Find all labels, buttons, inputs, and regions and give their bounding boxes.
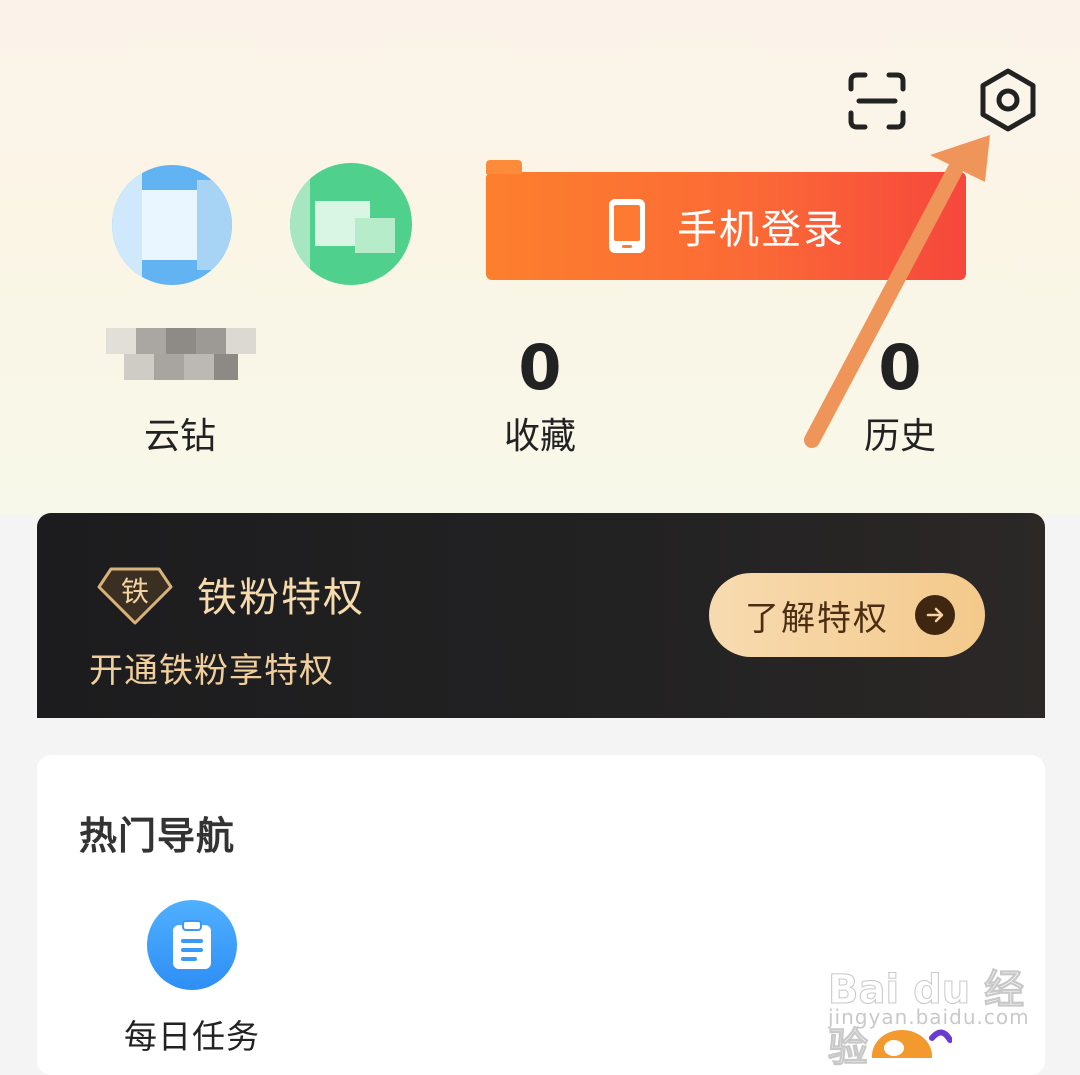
stat-history[interactable]: 0 历史: [800, 335, 1000, 459]
badge-text: 铁: [121, 575, 149, 608]
stat-value: 0: [518, 331, 562, 404]
scan-icon[interactable]: [842, 66, 912, 136]
phone-login-button[interactable]: 手机登录: [486, 160, 966, 280]
phone-icon: [609, 199, 645, 253]
stat-label: 历史: [863, 416, 936, 457]
stat-value: [80, 335, 280, 401]
hot-navigation-title: 热门导航: [79, 814, 236, 858]
learn-privilege-button[interactable]: 了解特权: [709, 573, 985, 657]
wechat-login-icon[interactable]: [290, 163, 412, 285]
diamond-badge-icon: 铁: [97, 565, 173, 625]
nav-item-daily-tasks[interactable]: 每日任务: [107, 900, 277, 1058]
vip-subtitle: 开通铁粉享特权: [89, 651, 334, 691]
learn-privilege-label: 了解特权: [745, 598, 889, 639]
stat-label: 云钻: [143, 416, 216, 457]
settings-icon[interactable]: [972, 64, 1044, 136]
nav-item-label: 每日任务: [124, 1017, 260, 1056]
vip-title: 铁粉特权: [197, 575, 365, 621]
mascot-image: [872, 1018, 953, 1075]
vip-privilege-card[interactable]: 铁 铁粉特权 开通铁粉享特权 了解特权: [37, 513, 1045, 718]
stat-label: 收藏: [503, 416, 576, 457]
clipboard-icon: [147, 900, 237, 990]
qq-login-icon[interactable]: [112, 165, 232, 285]
phone-login-label: 手机登录: [677, 207, 845, 253]
arrow-right-icon: [915, 595, 955, 635]
stat-favorites[interactable]: 0 收藏: [440, 335, 640, 459]
button-tab-decoration: [486, 160, 522, 174]
stat-value: 0: [878, 331, 922, 404]
stat-yunzuan[interactable]: 云钻: [80, 335, 280, 459]
